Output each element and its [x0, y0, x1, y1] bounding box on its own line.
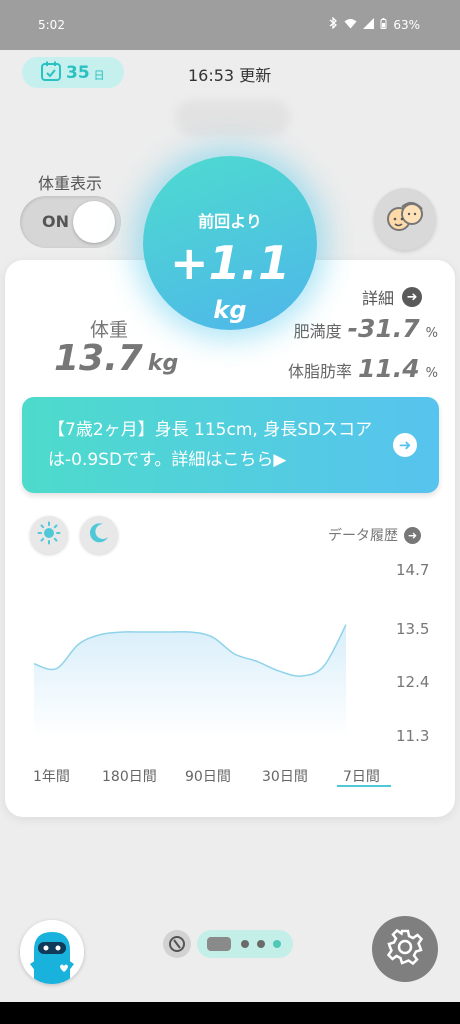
period-tab[interactable]: 30日間 — [262, 766, 308, 786]
avatar[interactable] — [20, 920, 84, 984]
gear-icon — [385, 927, 425, 971]
change-unit: kg — [213, 296, 247, 324]
selected-period-underline — [337, 785, 391, 787]
system-nav-bar — [0, 1002, 460, 1024]
page-dot — [241, 940, 249, 948]
page-dot-current — [207, 937, 231, 951]
page-indicator — [163, 930, 293, 958]
weight-chart — [33, 624, 347, 737]
chart-area — [34, 624, 346, 737]
change-value: +1.1 — [169, 236, 291, 290]
y-tick-label: 14.7 — [396, 561, 430, 579]
page-dot — [257, 940, 265, 948]
settings-button[interactable] — [372, 916, 438, 982]
period-tab[interactable]: 1年間 — [33, 766, 70, 786]
period-tab[interactable]: 90日間 — [185, 766, 231, 786]
change-label: 前回より — [198, 212, 262, 231]
period-tab[interactable]: 180日間 — [102, 766, 157, 786]
y-tick-label: 11.3 — [396, 727, 430, 745]
scale-icon[interactable] — [163, 930, 191, 958]
page-dot — [273, 940, 281, 948]
period-tab[interactable]: 7日間 — [343, 766, 380, 786]
y-tick-label: 12.4 — [396, 673, 430, 692]
weight-change-bubble: 前回より +1.1 kg — [143, 156, 317, 330]
page-dots[interactable] — [197, 930, 293, 958]
y-tick-label: 13.5 — [396, 619, 430, 638]
